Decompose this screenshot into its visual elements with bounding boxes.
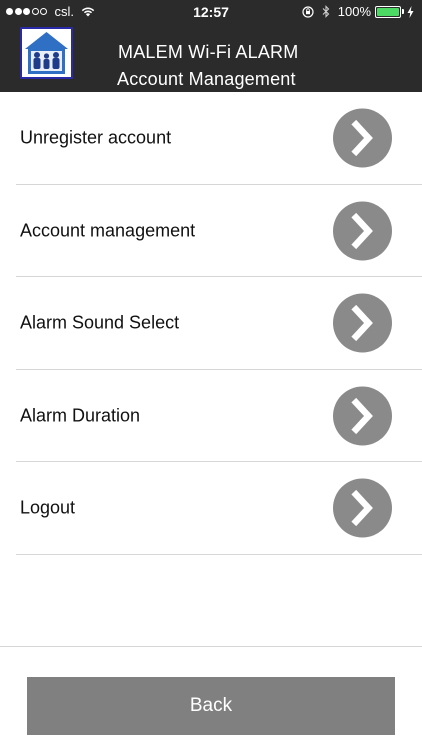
footer-divider xyxy=(0,646,422,647)
menu-item-label: Unregister account xyxy=(20,127,172,148)
menu-item-account-management[interactable]: Account management xyxy=(0,185,422,277)
menu-item-alarm-sound-select[interactable]: Alarm Sound Select xyxy=(0,277,422,370)
page-title: Account Management xyxy=(117,69,296,89)
app-header: csl. 12:57 100% MALEM Wi-Fi ALARM Accoun… xyxy=(0,0,422,92)
rotation-lock-icon xyxy=(302,5,314,18)
chevron-right-icon[interactable] xyxy=(333,386,392,446)
menu-item-unregister-account[interactable]: Unregister account xyxy=(0,92,422,185)
chevron-right-icon[interactable] xyxy=(333,478,392,538)
menu-item-label: Account management xyxy=(20,220,196,241)
back-button[interactable]: Back xyxy=(27,677,395,735)
status-bar: csl. 12:57 100% xyxy=(0,0,422,24)
battery-fill xyxy=(377,7,399,16)
menu-item-logout[interactable]: Logout xyxy=(0,462,422,555)
app-title: MALEM Wi-Fi ALARM xyxy=(118,42,299,62)
chevron-right-icon[interactable] xyxy=(333,293,392,353)
battery-percent: 100% xyxy=(337,4,371,19)
battery-icon xyxy=(375,5,401,18)
charging-bolt-icon xyxy=(407,5,414,18)
app-logo xyxy=(20,27,73,79)
divider xyxy=(16,553,422,555)
menu-item-label: Alarm Sound Select xyxy=(20,312,180,333)
menu-item-label: Logout xyxy=(20,497,76,518)
bluetooth-icon xyxy=(322,5,330,18)
status-right: 100% xyxy=(302,4,414,19)
settings-menu: Unregister account Account management Al… xyxy=(0,92,422,555)
menu-item-alarm-duration[interactable]: Alarm Duration xyxy=(0,370,422,462)
chevron-right-icon[interactable] xyxy=(333,201,392,261)
house-family-icon xyxy=(25,32,68,74)
menu-item-label: Alarm Duration xyxy=(20,405,141,426)
chevron-right-icon[interactable] xyxy=(333,108,392,168)
battery-tip xyxy=(402,9,404,14)
